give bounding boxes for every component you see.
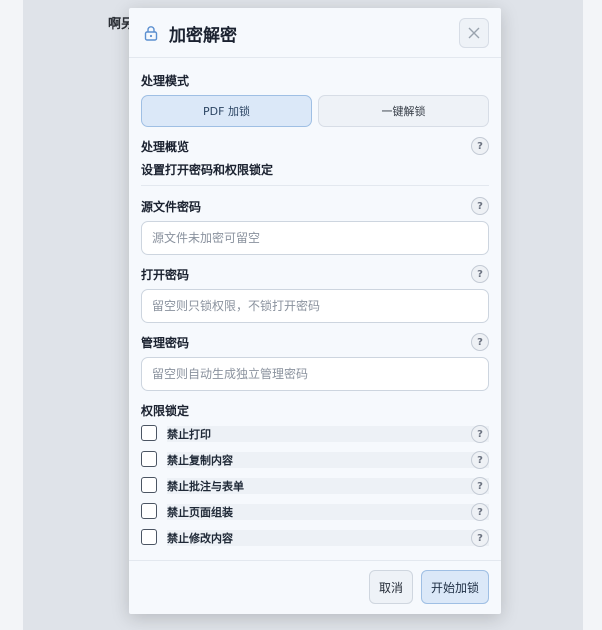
permission-row-print[interactable]: 禁止打印 ? xyxy=(141,425,489,443)
help-icon[interactable]: ? xyxy=(471,451,489,469)
owner-password-input[interactable] xyxy=(141,357,489,391)
help-icon[interactable]: ? xyxy=(471,477,489,495)
lock-icon xyxy=(144,26,158,41)
summary-label: 处理概览 xyxy=(141,140,190,154)
permission-label: 禁止页面组装 xyxy=(167,506,233,519)
row-background xyxy=(167,426,489,442)
open-password-label: 打开密码 xyxy=(141,268,190,282)
encrypt-decrypt-dialog: 加密解密 处理模式 PDF 加锁 一键解锁 处理概览 ? 设置打开密码和权限锁定… xyxy=(129,8,501,614)
checkbox[interactable] xyxy=(141,503,157,519)
help-icon[interactable]: ? xyxy=(471,137,489,155)
help-icon[interactable]: ? xyxy=(471,197,489,215)
source-password-input[interactable] xyxy=(141,221,489,255)
checkbox[interactable] xyxy=(141,529,157,545)
permission-label: 禁止修改内容 xyxy=(167,532,233,545)
checkbox[interactable] xyxy=(141,425,157,441)
mode-pdf-lock-button[interactable]: PDF 加锁 xyxy=(141,95,312,127)
help-icon[interactable]: ? xyxy=(471,333,489,351)
help-icon[interactable]: ? xyxy=(471,425,489,443)
permission-row-modify[interactable]: 禁止修改内容 ? xyxy=(141,529,489,547)
close-icon xyxy=(468,27,480,39)
help-icon[interactable]: ? xyxy=(471,529,489,547)
permission-row-annotate[interactable]: 禁止批注与表单 ? xyxy=(141,477,489,495)
permission-label: 禁止批注与表单 xyxy=(167,480,244,493)
start-lock-button[interactable]: 开始加锁 xyxy=(421,570,489,604)
open-password-input[interactable] xyxy=(141,289,489,323)
mode-unlock-button[interactable]: 一键解锁 xyxy=(318,95,489,127)
cancel-button[interactable]: 取消 xyxy=(369,570,413,604)
owner-password-label: 管理密码 xyxy=(141,336,190,350)
dialog-header: 加密解密 xyxy=(129,8,501,58)
permission-label: 禁止打印 xyxy=(167,428,211,441)
summary-text: 设置打开密码和权限锁定 xyxy=(141,163,274,177)
footer-divider xyxy=(129,560,501,561)
permission-label: 禁止复制内容 xyxy=(167,454,233,467)
source-password-label: 源文件密码 xyxy=(141,200,202,214)
mode-label: 处理模式 xyxy=(141,74,190,88)
permission-row-assemble[interactable]: 禁止页面组装 ? xyxy=(141,503,489,521)
permission-row-copy[interactable]: 禁止复制内容 ? xyxy=(141,451,489,469)
checkbox[interactable] xyxy=(141,477,157,493)
help-icon[interactable]: ? xyxy=(471,265,489,283)
help-icon[interactable]: ? xyxy=(471,503,489,521)
divider xyxy=(141,185,489,186)
checkbox[interactable] xyxy=(141,451,157,467)
dialog-title: 加密解密 xyxy=(169,26,237,46)
permissions-label: 权限锁定 xyxy=(141,404,190,418)
close-button[interactable] xyxy=(459,18,489,48)
